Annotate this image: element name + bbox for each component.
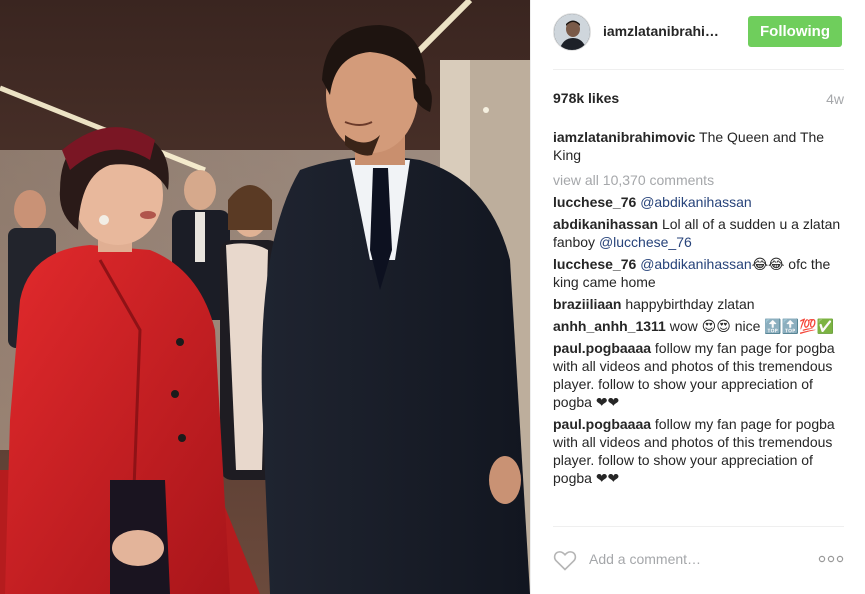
- following-button[interactable]: Following: [748, 16, 842, 47]
- comment-item: anhh_anhh_1311 wow 😍😍 nice 🔝🔝💯✅: [553, 317, 844, 335]
- comment-username[interactable]: braziiliaan: [553, 296, 621, 312]
- comment-text: happybirthday zlatan: [625, 296, 755, 312]
- comment-username[interactable]: abdikanihassan: [553, 216, 658, 232]
- comment-username[interactable]: paul.pogbaaaa: [553, 416, 651, 432]
- view-all-comments-link[interactable]: view all 10,370 comments: [553, 171, 844, 189]
- comment-item: braziiliaan happybirthday zlatan: [553, 295, 844, 313]
- comment-text: wow 😍😍 nice 🔝🔝💯✅: [669, 318, 834, 334]
- post-caption: iamzlatanibrahimovic The Queen and The K…: [553, 128, 844, 164]
- post-sidebar: iamzlatanibrahi… Following 978k likes 4w…: [530, 0, 865, 594]
- footer-divider: [553, 526, 844, 527]
- comment-username[interactable]: paul.pogbaaaa: [553, 340, 651, 356]
- caption-username[interactable]: iamzlatanibrahimovic: [553, 129, 695, 145]
- comment-item: lucchese_76 @abdikanihassan: [553, 193, 844, 211]
- add-comment-row: [553, 545, 844, 575]
- comment-mention-link[interactable]: @lucchese_76: [599, 234, 692, 250]
- add-comment-input[interactable]: [589, 548, 809, 570]
- comment-username[interactable]: lucchese_76: [553, 256, 636, 272]
- comment-mention-link[interactable]: @abdikanihassan: [640, 256, 752, 272]
- post-header: iamzlatanibrahi… Following: [553, 13, 844, 53]
- comment-item: abdikanihassan Lol all of a sudden u a z…: [553, 215, 844, 251]
- like-count[interactable]: 978k likes: [553, 90, 619, 106]
- header-divider: [553, 69, 844, 70]
- heart-outline-icon[interactable]: [553, 549, 577, 571]
- comment-list: iamzlatanibrahimovic The Queen and The K…: [553, 128, 844, 487]
- more-options-icon[interactable]: [818, 554, 844, 564]
- comment-items: lucchese_76 @abdikanihassan abdikanihassa…: [553, 193, 844, 487]
- author-username[interactable]: iamzlatanibrahi…: [603, 23, 719, 39]
- post-timestamp[interactable]: 4w: [826, 91, 844, 107]
- comment-username[interactable]: anhh_anhh_1311: [553, 318, 666, 334]
- author-avatar[interactable]: [553, 13, 591, 51]
- comment-item: lucchese_76 @abdikanihassan😂😂 ofc the ki…: [553, 255, 844, 291]
- comment-item: paul.pogbaaaa follow my fan page for pog…: [553, 415, 844, 487]
- comment-item: paul.pogbaaaa follow my fan page for pog…: [553, 339, 844, 411]
- post-stats: 978k likes 4w: [553, 90, 844, 110]
- photo-illustration: [0, 0, 530, 594]
- instagram-post: iamzlatanibrahi… Following 978k likes 4w…: [0, 0, 865, 594]
- avatar-image: [554, 14, 590, 50]
- comment-username[interactable]: lucchese_76: [553, 194, 636, 210]
- comment-mention-link[interactable]: @abdikanihassan: [640, 194, 752, 210]
- post-photo[interactable]: [0, 0, 530, 594]
